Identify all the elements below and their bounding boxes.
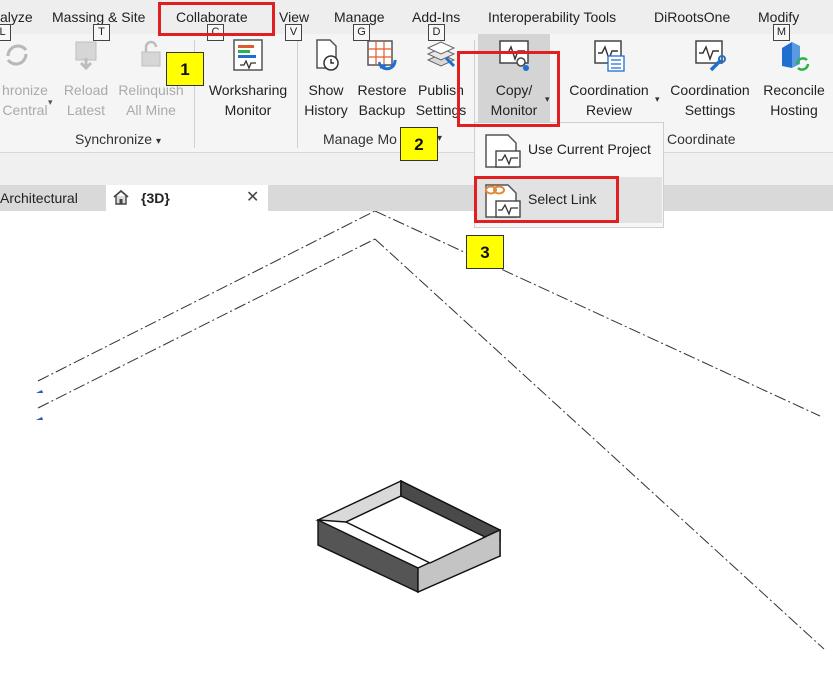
coord-settings-label-1: Coordination	[670, 82, 750, 98]
panel-expand-arrow-icon: ▾	[155, 136, 161, 147]
use-current-project-label: Use Current Project	[528, 141, 651, 157]
view-tab-architectural[interactable]: Architectural	[0, 185, 104, 211]
view-tab-bar: Architectural {3D} ✕	[0, 185, 833, 211]
coordination-settings-button[interactable]: Coordination Settings	[664, 34, 756, 124]
worksharing-label-1: Worksharing	[208, 82, 288, 98]
grid-end-markers	[36, 390, 43, 420]
grid-line-left-upper	[37, 211, 376, 382]
coordination-review-button[interactable]: Coordination Review	[563, 34, 655, 124]
panel-title-coordinate: Coordinate	[667, 131, 736, 147]
synchronize-central-button[interactable]: hronize Central	[0, 34, 50, 124]
close-icon[interactable]: ✕	[246, 185, 259, 211]
coord-review-label-2: Review	[586, 102, 632, 118]
restore-backup-icon	[367, 40, 397, 71]
view-tab-3d-label: {3D}	[141, 190, 170, 206]
3d-box-model	[315, 479, 501, 594]
tab-dirootsone[interactable]: DiRootsOne	[654, 9, 730, 25]
history-label-2: History	[304, 102, 348, 118]
coord-review-label-1: Coordination	[569, 82, 649, 98]
keytip-v: V	[285, 24, 302, 41]
restore-label-1: Restore	[357, 82, 407, 98]
reload-latest-button[interactable]: Reload Latest	[58, 34, 114, 124]
keytip-l: L	[0, 24, 11, 41]
tab-modify[interactable]: Modify	[758, 9, 799, 25]
keytip-d: D	[428, 24, 445, 41]
tab-view[interactable]: View	[279, 9, 309, 25]
keytip-g: G	[353, 24, 370, 41]
worksharing-monitor-button[interactable]: Worksharing Monitor	[202, 34, 294, 124]
tab-analyze[interactable]: alyze	[0, 9, 33, 25]
restore-label-2: Backup	[358, 102, 406, 118]
coord-settings-label-2: Settings	[684, 102, 736, 118]
grid-line-right-upper	[374, 211, 821, 417]
grid-line-right-lower	[374, 238, 825, 650]
synchronize-panel-label: Synchronize	[75, 131, 153, 147]
callout-badge-2: 2	[400, 127, 438, 161]
worksharing-monitor-icon	[233, 39, 263, 71]
panel-separator	[297, 40, 298, 148]
callout-badge-3: 3	[466, 235, 504, 269]
coordination-settings-icon	[695, 40, 726, 72]
menu-item-use-current-project[interactable]: Use Current Project	[476, 127, 662, 173]
relinquish-lock-icon	[141, 40, 161, 67]
reconcile-label-1: Reconcile	[763, 82, 825, 98]
grid-line-left-lower	[37, 238, 376, 409]
reload-latest-icon	[75, 41, 97, 71]
keytip-t: T	[93, 24, 110, 41]
tab-add-ins[interactable]: Add-Ins	[412, 9, 460, 25]
show-history-icon	[316, 39, 339, 71]
worksharing-label-2: Monitor	[224, 102, 272, 118]
publish-settings-icon	[426, 41, 456, 68]
reconcile-label-2: Hosting	[770, 102, 818, 118]
sync-central-label-2: Central	[2, 102, 48, 118]
view-tab-3d[interactable]: {3D} ✕	[106, 185, 268, 211]
highlight-select-link	[474, 176, 619, 223]
keytip-m: M	[773, 24, 790, 41]
tab-manage[interactable]: Manage	[334, 9, 385, 25]
grid-marker	[36, 417, 43, 420]
sync-central-label-1: hronize	[2, 82, 48, 98]
callout-badge-1: 1	[166, 52, 204, 86]
tab-interoperability-tools[interactable]: Interoperability Tools	[488, 9, 616, 25]
grid-marker	[36, 390, 43, 393]
home-view-icon	[113, 189, 129, 205]
coordination-review-dropdown-arrow-icon[interactable]: ▾	[655, 94, 660, 105]
panel-title-synchronize[interactable]: Synchronize ▾	[75, 131, 161, 147]
reconcile-hosting-icon	[782, 42, 810, 71]
highlight-collaborate-tab	[158, 2, 275, 36]
reload-label-2: Latest	[66, 102, 106, 118]
tab-massing-site[interactable]: Massing & Site	[52, 9, 145, 25]
use-current-project-icon	[485, 134, 521, 168]
reconcile-hosting-button[interactable]: Reconcile Hosting	[758, 34, 830, 124]
sync-dropdown-arrow-icon[interactable]: ▾	[48, 97, 53, 108]
restore-backup-button[interactable]: Restore Backup	[354, 34, 410, 124]
panel-title-manage-models[interactable]: Manage Mo	[323, 131, 397, 147]
highlight-copy-monitor-button	[457, 51, 560, 127]
ribbon-tab-bar: alyze Massing & Site Collaborate View Ma…	[0, 0, 833, 34]
3d-view-canvas[interactable]	[0, 211, 833, 677]
show-history-button[interactable]: Show History	[300, 34, 352, 124]
coordination-review-icon	[594, 40, 625, 72]
relinquish-label-2: All Mine	[126, 102, 176, 118]
reload-label-1: Reload	[63, 82, 109, 98]
synchronize-icon	[6, 44, 28, 66]
history-label-1: Show	[308, 82, 344, 98]
